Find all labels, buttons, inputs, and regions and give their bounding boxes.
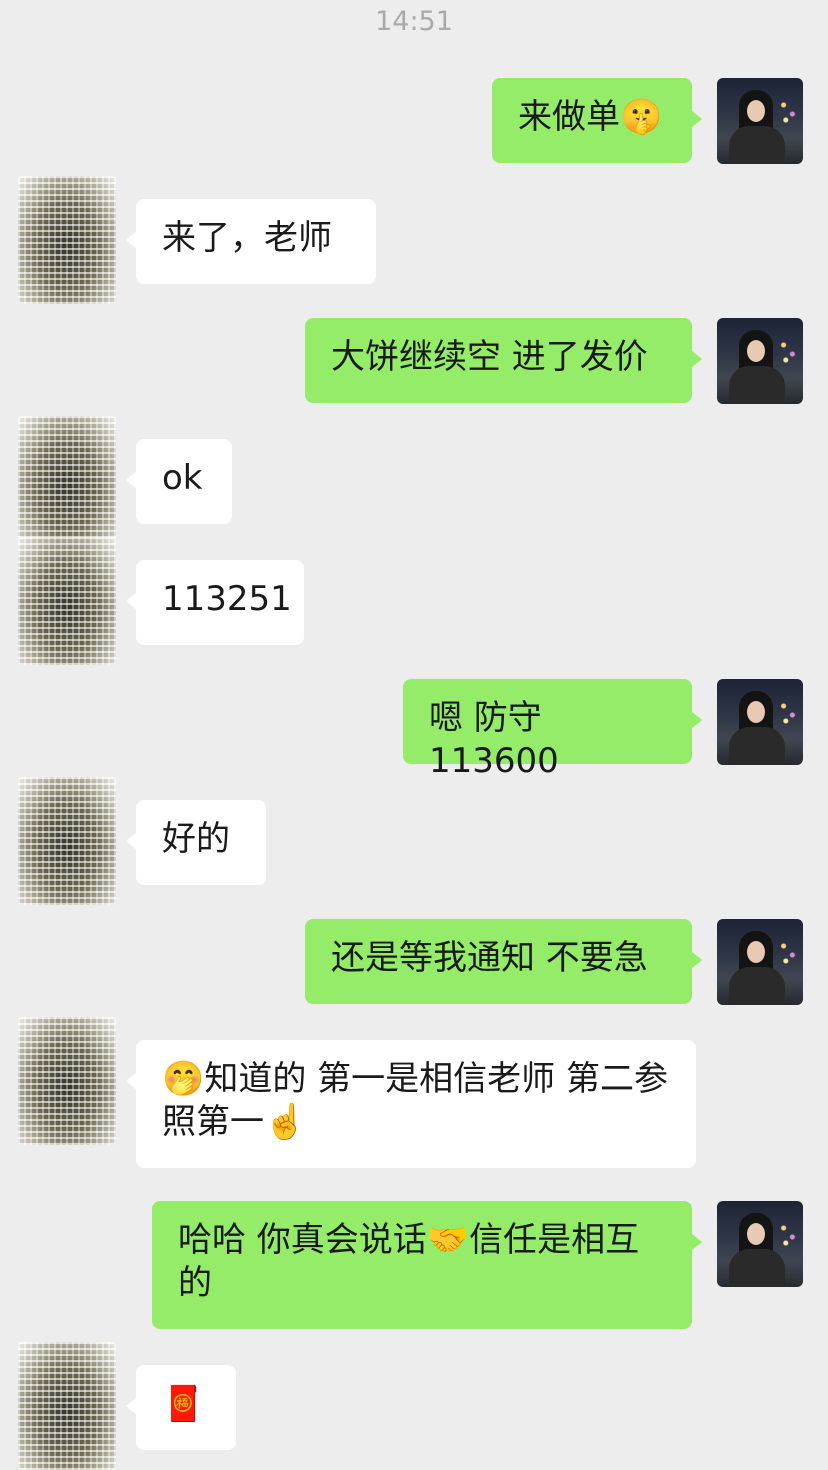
self-avatar[interactable] [717,679,803,765]
message-text: 来做单 [518,97,620,137]
self-avatar[interactable] [717,1201,803,1287]
message-text: 大饼继续空 进了发价 [331,337,648,377]
city-lights-decor [777,336,799,366]
avatar-body-decor [729,727,785,765]
message-text: 嗯 防守113600 [429,698,559,781]
handshake-icon: 🤝 [426,1220,470,1260]
message-text: 113251 [162,579,292,619]
contact-avatar[interactable] [18,176,116,304]
timestamp: 14:51 [375,6,453,37]
self-avatar[interactable] [717,78,803,164]
avatar-face-decor [747,1223,765,1245]
contact-avatar[interactable] [18,777,116,905]
message-bubble-incoming[interactable]: 🤭知道的 第一是相信老师 第二参照第一☝️ [126,1040,696,1168]
contact-avatar[interactable] [18,1017,116,1145]
avatar-face-decor [747,701,765,723]
red-envelope-icon: 🧧 [162,1384,205,1424]
city-lights-decor [777,937,799,967]
message-bubble-outgoing[interactable]: 大饼继续空 进了发价 [305,318,702,403]
avatar-face-decor [747,100,765,122]
self-avatar[interactable] [717,919,803,1005]
message-text: 还是等我通知 不要急 [331,938,648,978]
avatar-body-decor [729,967,785,1005]
message-bubble-outgoing[interactable]: 来做单🤫 [492,78,702,163]
contact-avatar[interactable] [18,1342,116,1470]
pointing-up-icon: ☝️ [264,1102,307,1142]
message-bubble-outgoing[interactable]: 嗯 防守113600 [403,679,702,781]
city-lights-decor [777,96,799,126]
message-bubble-incoming[interactable]: 好的 [126,800,266,885]
avatar-body-decor [729,126,785,164]
city-lights-decor [777,697,799,727]
message-text: ok [162,458,203,498]
message-bubble-outgoing[interactable]: 还是等我通知 不要急 [305,919,702,1004]
avatar-face-decor [747,941,765,963]
message-text: 哈哈 你真会说话 [178,1220,427,1260]
shushing-face-icon: 🤫 [620,97,663,137]
avatar-body-decor [729,1249,785,1287]
message-bubble-incoming[interactable]: 来了，老师 [126,199,376,284]
face-with-hand-over-mouth-icon: 🤭 [162,1059,205,1099]
avatar-face-decor [747,340,765,362]
message-bubble-incoming[interactable]: 113251 [126,560,304,645]
message-text: 来了，老师 [162,218,332,258]
message-text: 知道的 第一是相信老师 第二参照第一 [162,1059,668,1142]
message-bubble-outgoing[interactable]: 哈哈 你真会说话🤝信任是相互的 [152,1201,702,1329]
message-bubble-incoming[interactable]: 🧧 [126,1365,236,1450]
message-bubble-incoming[interactable]: ok [126,439,232,524]
contact-avatar[interactable] [18,537,116,665]
self-avatar[interactable] [717,318,803,404]
message-text: 好的 [162,819,230,859]
city-lights-decor [777,1219,799,1249]
contact-avatar[interactable] [18,416,116,544]
avatar-body-decor [729,366,785,404]
